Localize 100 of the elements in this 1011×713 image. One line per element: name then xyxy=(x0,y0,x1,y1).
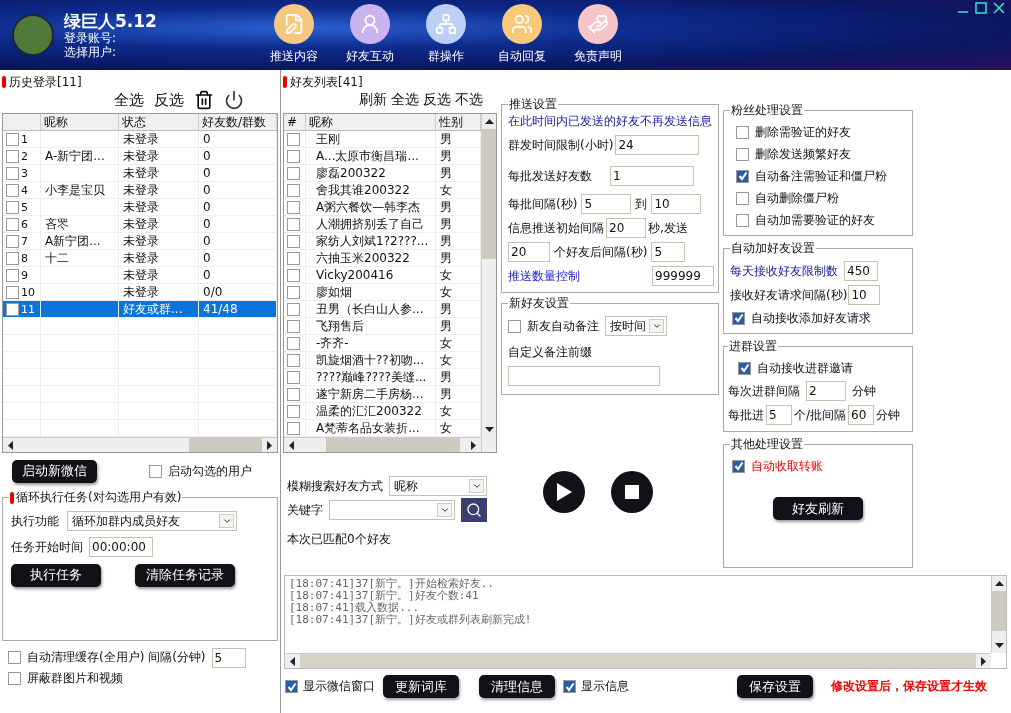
checkbox[interactable] xyxy=(285,680,298,693)
search-button[interactable] xyxy=(461,498,487,522)
dropdown[interactable]: 按时间 xyxy=(605,316,667,336)
input-field[interactable]: 60 xyxy=(848,405,875,425)
table-row[interactable]: 六抽玉米200322 男 xyxy=(284,250,481,267)
play-button[interactable] xyxy=(543,471,585,513)
checkbox[interactable] xyxy=(149,464,162,478)
table-row[interactable]: 9 未登录 0 xyxy=(3,267,277,284)
power-icon[interactable] xyxy=(224,90,244,110)
checkbox[interactable] xyxy=(736,191,749,205)
horizontal-scrollbar[interactable] xyxy=(285,653,991,668)
checkbox[interactable] xyxy=(736,169,749,183)
nav-button[interactable]: 好友互动 xyxy=(338,4,402,70)
input-field[interactable] xyxy=(508,366,660,386)
table-row[interactable]: A粥六餐饮—韩李杰 男 xyxy=(284,199,481,216)
input-field[interactable]: 2 xyxy=(806,381,846,401)
checkbox[interactable] xyxy=(8,651,21,664)
checkbox[interactable] xyxy=(6,149,19,163)
input-field[interactable]: 20 xyxy=(606,218,646,238)
table-row[interactable]: 6 吝罖 未登录 0 xyxy=(3,216,277,233)
table-row[interactable]: 5 未登录 0 xyxy=(3,199,277,216)
checkbox[interactable] xyxy=(738,361,751,375)
table-row[interactable]: 2 A-新宁团... 未登录 0 xyxy=(3,148,277,165)
nav-button[interactable]: 群操作 xyxy=(414,4,478,70)
input-field[interactable]: 10 xyxy=(848,285,881,305)
checkbox[interactable] xyxy=(6,200,19,214)
maximize-button[interactable] xyxy=(975,2,987,14)
input-field[interactable]: 00:00:00 xyxy=(89,537,153,557)
checkbox[interactable] xyxy=(563,680,576,693)
input-field[interactable]: 999999 xyxy=(652,266,714,286)
input-field[interactable]: 10 xyxy=(651,194,702,214)
checkbox[interactable] xyxy=(287,183,300,197)
dropdown[interactable]: 循环加群内成员好友 xyxy=(67,511,237,531)
table-row[interactable]: 廖磊200322 男 xyxy=(284,165,481,182)
input-field[interactable]: 1 xyxy=(610,166,694,186)
checkbox[interactable] xyxy=(287,336,300,350)
refresh-button[interactable]: 好友刷新 xyxy=(773,497,863,520)
vertical-scrollbar[interactable] xyxy=(481,114,496,452)
table-row[interactable]: Vicky200416 女 xyxy=(284,267,481,284)
input-field[interactable]: 5 xyxy=(651,242,686,262)
checkbox[interactable] xyxy=(6,183,19,197)
checkbox[interactable] xyxy=(287,268,300,282)
checkbox[interactable] xyxy=(6,166,19,180)
nav-button[interactable]: 自动回复 xyxy=(490,4,554,70)
update-button[interactable]: 更新词库 xyxy=(383,675,459,698)
launch-button[interactable]: 启动新微信 xyxy=(12,459,97,483)
clear-button[interactable]: 清理信息 xyxy=(479,675,555,698)
close-button[interactable] xyxy=(993,2,1005,14)
table-row[interactable]: 1 未登录 0 xyxy=(3,131,277,148)
dropdown[interactable]: 昵称 xyxy=(389,476,487,496)
checkbox[interactable] xyxy=(287,370,300,384)
table-row[interactable]: A梵蒂名品女装折... 女 xyxy=(284,420,481,437)
checkbox[interactable] xyxy=(287,251,300,265)
horizontal-scrollbar[interactable] xyxy=(3,437,277,452)
table-row[interactable]: 人潮拥挤别丢了自己 男 xyxy=(284,216,481,233)
checkbox[interactable] xyxy=(6,132,19,146)
checkbox[interactable] xyxy=(287,217,300,231)
checkbox[interactable] xyxy=(8,672,21,685)
input-field[interactable]: 5 xyxy=(766,405,792,425)
input-field[interactable]: 20 xyxy=(508,242,550,262)
checkbox[interactable] xyxy=(287,404,300,418)
table-row[interactable]: 家纺人刘斌1?2???... 男 xyxy=(284,233,481,250)
input-field[interactable]: 5 xyxy=(581,194,632,214)
checkbox[interactable] xyxy=(287,200,300,214)
horizontal-scrollbar[interactable] xyxy=(284,437,481,452)
table-row[interactable]: 丑男（长白山人参... 男 xyxy=(284,301,481,318)
vertical-scrollbar[interactable] xyxy=(991,576,1006,653)
action-link[interactable]: 反选 xyxy=(423,91,451,109)
table-row[interactable]: 温柔的汇汇200322 女 xyxy=(284,403,481,420)
action-link[interactable]: 全选 xyxy=(391,91,419,109)
link[interactable]: 推送数量控制 xyxy=(508,267,580,285)
checkbox[interactable] xyxy=(732,459,745,473)
checkbox[interactable] xyxy=(287,353,300,367)
checkbox[interactable] xyxy=(287,319,300,333)
dropdown[interactable] xyxy=(329,500,455,520)
input-field[interactable]: 5 xyxy=(211,647,246,668)
checkbox[interactable] xyxy=(736,147,749,161)
nav-button[interactable]: 推送内容 xyxy=(262,4,326,70)
checkbox[interactable] xyxy=(508,319,521,333)
nav-button[interactable]: 免责声明 xyxy=(566,4,630,70)
checkbox[interactable] xyxy=(287,387,300,401)
input-field[interactable]: 24 xyxy=(615,135,700,155)
table-row[interactable]: 8 十二 未登录 0 xyxy=(3,250,277,267)
table-row[interactable]: 11 好友或群... 41/48 xyxy=(3,301,277,318)
table-row[interactable]: 7 A新宁团... 未登录 0 xyxy=(3,233,277,250)
trash-icon[interactable] xyxy=(194,90,214,110)
checkbox[interactable] xyxy=(6,268,19,282)
stop-button[interactable] xyxy=(611,471,653,513)
table-row[interactable]: 遂宁新房二手房杨... 男 xyxy=(284,386,481,403)
checkbox[interactable] xyxy=(6,251,19,265)
task-button[interactable]: 执行任务 xyxy=(11,563,101,587)
checkbox[interactable] xyxy=(736,125,749,139)
checkbox[interactable] xyxy=(6,217,19,231)
checkbox[interactable] xyxy=(287,234,300,248)
table-row[interactable]: 凯旋烟酒十??初吻... 女 xyxy=(284,352,481,369)
table-row[interactable]: 飞翔售后 男 xyxy=(284,318,481,335)
checkbox[interactable] xyxy=(6,285,19,299)
table-row[interactable]: ????巅峰????美缝... 男 xyxy=(284,369,481,386)
table-row[interactable]: 舍我其谁200322 女 xyxy=(284,182,481,199)
table-row[interactable]: 3 未登录 0 xyxy=(3,165,277,182)
